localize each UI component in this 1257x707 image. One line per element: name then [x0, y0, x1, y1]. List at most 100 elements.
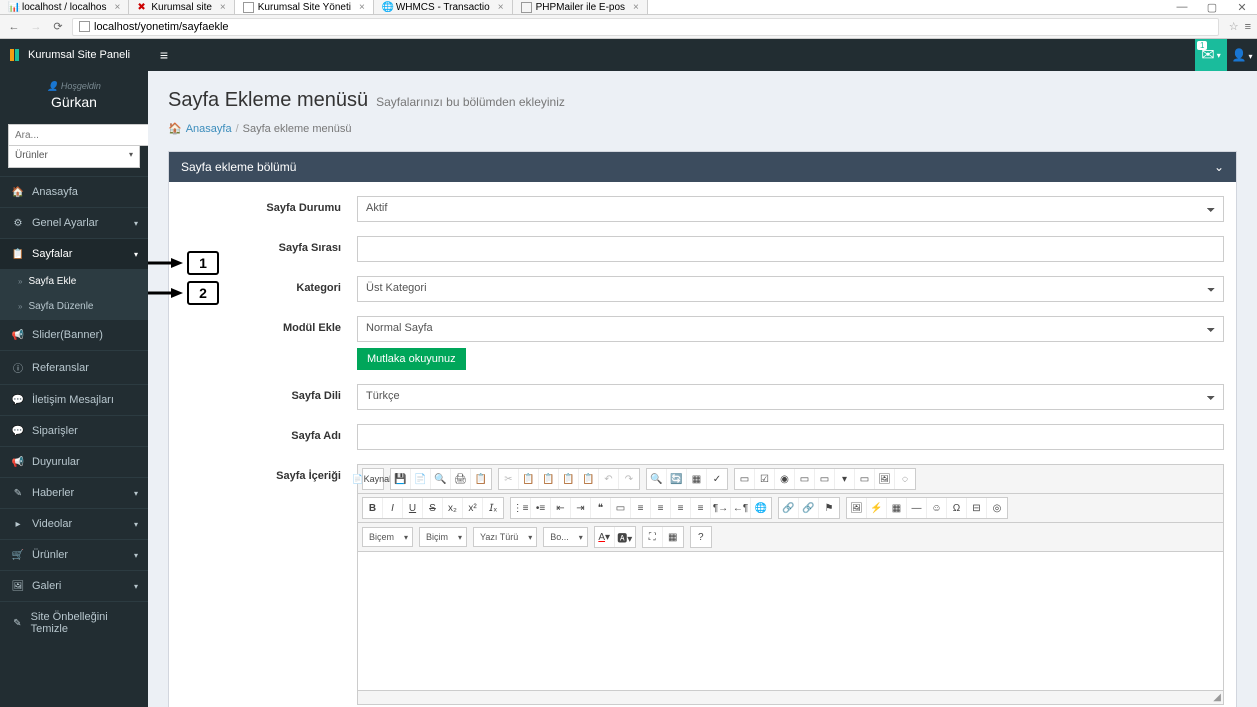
sidebar-item[interactable]: 📢Duyurular — [0, 446, 148, 477]
underline-icon[interactable]: U — [403, 498, 423, 518]
sidebar-item[interactable]: 🛒Ürünler▾ — [0, 539, 148, 570]
select-icon[interactable]: ▾ — [835, 469, 855, 489]
paste-icon[interactable]: 📋 — [539, 469, 559, 489]
bold-icon[interactable]: B — [363, 498, 383, 518]
browser-tab[interactable]: PHPMailer ile E-pos× — [513, 0, 648, 14]
superscript-icon[interactable]: x² — [463, 498, 483, 518]
align-justify-icon[interactable]: ≡ — [691, 498, 711, 518]
sidebar-item[interactable]: ⓘReferanslar — [0, 350, 148, 384]
sidebar-toggle-icon[interactable]: ≡ — [148, 47, 180, 63]
div-icon[interactable]: ▭ — [611, 498, 631, 518]
language-icon[interactable]: 🌐 — [751, 498, 771, 518]
sidebar-subitem[interactable]: »Sayfa Ekle — [0, 269, 148, 294]
close-icon[interactable]: × — [633, 2, 639, 13]
sidebar-item[interactable]: 🏠Anasayfa — [0, 176, 148, 207]
info-button[interactable]: Mutlaka okuyunuz — [357, 348, 466, 370]
sidebar-item[interactable]: 🖼Galeri▾ — [0, 570, 148, 601]
brand[interactable]: Kurumsal Site Paneli — [0, 49, 148, 61]
align-right-icon[interactable]: ≡ — [671, 498, 691, 518]
redo-icon[interactable]: ↷ — [619, 469, 639, 489]
bgcolor-icon[interactable]: 🅰▾ — [615, 527, 635, 547]
close-icon[interactable]: × — [498, 2, 504, 13]
size-combo[interactable]: Bo... — [543, 527, 588, 547]
browser-menu-icon[interactable]: ≡ — [1245, 21, 1251, 33]
pagebreak-icon[interactable]: ⊟ — [967, 498, 987, 518]
maximize-icon[interactable]: ▢ — [1197, 1, 1227, 14]
copy-icon[interactable]: 📋 — [519, 469, 539, 489]
hr-icon[interactable]: — — [907, 498, 927, 518]
indent-icon[interactable]: ⇥ — [571, 498, 591, 518]
close-icon[interactable]: × — [220, 2, 226, 13]
cut-icon[interactable]: ✂ — [499, 469, 519, 489]
bulleted-list-icon[interactable]: •≡ — [531, 498, 551, 518]
paste-word-icon[interactable]: 📋 — [579, 469, 599, 489]
specialchar-icon[interactable]: Ω — [947, 498, 967, 518]
sidebar-item[interactable]: ✎Haberler▾ — [0, 477, 148, 508]
outdent-icon[interactable]: ⇤ — [551, 498, 571, 518]
sidebar-item[interactable]: ✎Site Önbelleğini Temizle — [0, 601, 148, 644]
input-sira[interactable] — [357, 236, 1224, 262]
form-icon[interactable]: ▭ — [735, 469, 755, 489]
print-icon[interactable]: 🖨 — [451, 469, 471, 489]
font-combo[interactable]: Yazı Türü — [473, 527, 537, 547]
reload-icon[interactable]: ⟳ — [50, 20, 66, 33]
about-icon[interactable]: ? — [691, 527, 711, 547]
rtl-icon[interactable]: ←¶ — [731, 498, 751, 518]
search-input[interactable] — [8, 124, 148, 146]
textfield-icon[interactable]: ▭ — [795, 469, 815, 489]
subscript-icon[interactable]: x₂ — [443, 498, 463, 518]
unlink-icon[interactable]: 🔗 — [799, 498, 819, 518]
hidden-icon[interactable]: ◌ — [895, 469, 915, 489]
sidebar-item[interactable]: ▸Videolar▾ — [0, 508, 148, 539]
smiley-icon[interactable]: ☺ — [927, 498, 947, 518]
spellcheck-icon[interactable]: ✓ — [707, 469, 727, 489]
forward-icon[interactable]: → — [28, 21, 44, 33]
button-icon[interactable]: ▭ — [855, 469, 875, 489]
browser-tab[interactable]: 🌐WHMCS - Transactio× — [374, 0, 513, 14]
sidebar-subitem[interactable]: »Sayfa Düzenle — [0, 294, 148, 319]
sidebar-item[interactable]: 📋Sayfalar▾ — [0, 238, 148, 269]
sidebar-item[interactable]: 💬İletişim Mesajları — [0, 384, 148, 415]
browser-tab[interactable]: ✖Kurumsal site× — [129, 0, 234, 14]
browser-tab[interactable]: 📊localhost / localhos× — [0, 0, 129, 14]
blockquote-icon[interactable]: ❝ — [591, 498, 611, 518]
format-combo[interactable]: Biçim — [419, 527, 467, 547]
strike-icon[interactable]: S — [423, 498, 443, 518]
editor-body[interactable] — [358, 552, 1223, 690]
iframe-icon[interactable]: ◎ — [987, 498, 1007, 518]
find-icon[interactable]: 🔍 — [647, 469, 667, 489]
search-select[interactable]: Ürünler▾ — [8, 146, 140, 168]
sidebar-item[interactable]: ⚙Genel Ayarlar▾ — [0, 207, 148, 238]
breadcrumb-home[interactable]: Anasayfa — [186, 123, 232, 135]
table-icon[interactable]: ▦ — [887, 498, 907, 518]
window-close-icon[interactable]: ✕ — [1227, 1, 1257, 14]
minimize-icon[interactable]: — — [1167, 1, 1197, 14]
close-icon[interactable]: × — [115, 2, 121, 13]
templates-icon[interactable]: 📋 — [471, 469, 491, 489]
imagebutton-icon[interactable]: 🖼 — [875, 469, 895, 489]
paste-text-icon[interactable]: 📋 — [559, 469, 579, 489]
select-dil[interactable]: Türkçe — [357, 384, 1224, 410]
showblocks-icon[interactable]: ▦ — [663, 527, 683, 547]
select-durum[interactable]: Aktif — [357, 196, 1224, 222]
messages-button[interactable]: 1 ✉▾ — [1195, 39, 1227, 71]
chevron-down-icon[interactable]: ⌄ — [1214, 160, 1224, 174]
textarea-icon[interactable]: ▭ — [815, 469, 835, 489]
ltr-icon[interactable]: ¶→ — [711, 498, 731, 518]
textcolor-icon[interactable]: A▾ — [595, 527, 615, 547]
maximize-icon[interactable]: ⛶ — [643, 527, 663, 547]
select-modul[interactable]: Normal Sayfa — [357, 316, 1224, 342]
numbered-list-icon[interactable]: ⋮≡ — [511, 498, 531, 518]
sidebar-item[interactable]: 📢Slider(Banner) — [0, 319, 148, 350]
remove-format-icon[interactable]: 𝘐ₓ — [483, 498, 503, 518]
new-page-icon[interactable]: 📄 — [411, 469, 431, 489]
input-ad[interactable] — [357, 424, 1224, 450]
image-icon[interactable]: 🖼 — [847, 498, 867, 518]
sidebar-item[interactable]: 💬Siparişler — [0, 415, 148, 446]
back-icon[interactable]: ← — [6, 21, 22, 33]
replace-icon[interactable]: 🔄 — [667, 469, 687, 489]
align-left-icon[interactable]: ≡ — [631, 498, 651, 518]
url-input[interactable]: localhost/yonetim/sayfaekle — [72, 18, 1219, 36]
save-icon[interactable]: 💾 — [391, 469, 411, 489]
radio-icon[interactable]: ◉ — [775, 469, 795, 489]
